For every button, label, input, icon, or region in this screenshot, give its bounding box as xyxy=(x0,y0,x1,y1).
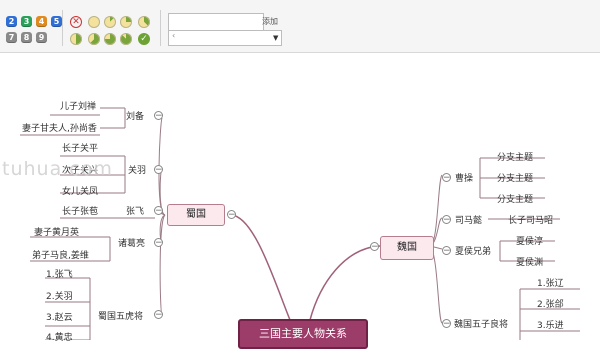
collapse-zhangfei-icon[interactable]: − xyxy=(154,206,163,216)
node-wei[interactable]: 魏国 xyxy=(380,236,434,260)
list-select[interactable]: ‹ xyxy=(168,30,282,46)
watermark: tuhua.com xyxy=(2,158,113,180)
node-zhangfei[interactable]: 张飞 xyxy=(126,204,144,217)
scroll-left-icon[interactable]: ‹ xyxy=(172,31,175,40)
collapse-generals-icon[interactable]: − xyxy=(442,319,451,329)
node-caocao[interactable]: 曹操 xyxy=(455,171,473,184)
pie-7-icon[interactable] xyxy=(120,33,132,45)
priority-2-icon[interactable]: 3 xyxy=(21,16,32,27)
node-zhuge[interactable]: 诸葛亮 xyxy=(118,236,145,249)
node-tiger-1[interactable]: 1.张飞 xyxy=(46,267,73,280)
toolbar-separator xyxy=(62,10,63,46)
pie-6-icon[interactable] xyxy=(104,33,116,45)
collapse-wei-icon[interactable]: − xyxy=(370,242,379,252)
node-general-3[interactable]: 3.乐进 xyxy=(537,318,564,331)
collapse-zhuge-icon[interactable]: − xyxy=(154,238,163,248)
node-guanyu-daughter[interactable]: 女儿关凤 xyxy=(62,184,98,197)
node-caocao-sub-2[interactable]: 分支主题 xyxy=(497,171,533,184)
node-zhuge-wife[interactable]: 妻子黄月英 xyxy=(34,225,79,238)
node-tigers[interactable]: 蜀国五虎将 xyxy=(98,309,143,322)
node-caocao-sub-1[interactable]: 分支主题 xyxy=(497,150,533,163)
toolbar: 2 3 4 5 7 8 9 ✕ ✓ 添加 ‹ ▼ xyxy=(0,0,600,53)
pie-4-icon[interactable] xyxy=(70,33,82,45)
node-shu[interactable]: 蜀国 xyxy=(167,204,225,226)
node-tiger-4[interactable]: 4.黄忠 xyxy=(46,330,73,343)
pie-2-icon[interactable] xyxy=(120,16,132,28)
node-liubei-wives[interactable]: 妻子甘夫人,孙尚香 xyxy=(22,121,97,134)
node-xiahou-dun[interactable]: 夏侯淳 xyxy=(516,234,543,247)
collapse-tigers-icon[interactable]: − xyxy=(154,310,163,320)
node-guanyu[interactable]: 关羽 xyxy=(128,163,146,176)
node-general-2[interactable]: 2.张郃 xyxy=(537,297,564,310)
cancel-icon[interactable]: ✕ xyxy=(70,16,82,28)
node-liubei-son[interactable]: 儿子刘禅 xyxy=(60,99,96,112)
collapse-shu-icon[interactable]: − xyxy=(227,210,236,220)
priority-4-icon[interactable]: 5 xyxy=(51,16,62,27)
node-zhangfei-son[interactable]: 长子张苞 xyxy=(62,204,98,217)
node-tiger-2[interactable]: 2.关羽 xyxy=(46,289,73,302)
node-simayi[interactable]: 司马懿 xyxy=(455,213,482,226)
collapse-caocao-icon[interactable]: − xyxy=(442,173,451,183)
priority-3-icon[interactable]: 4 xyxy=(36,16,47,27)
node-guanyu-son1[interactable]: 长子关平 xyxy=(62,141,98,154)
node-general-1[interactable]: 1.张辽 xyxy=(537,276,564,289)
collapse-xiahou-icon[interactable]: − xyxy=(442,246,451,256)
pie-0-icon[interactable] xyxy=(88,16,100,28)
node-caocao-sub-3[interactable]: 分支主题 xyxy=(497,192,533,205)
done-icon[interactable]: ✓ xyxy=(138,33,150,45)
node-generals[interactable]: 魏国五子良将 xyxy=(454,317,508,330)
node-simayi-son[interactable]: 长子司马昭 xyxy=(508,213,553,226)
node-xiahou-yuan[interactable]: 夏侯渊 xyxy=(516,255,543,268)
collapse-simayi-icon[interactable]: − xyxy=(442,215,451,225)
priority-7-icon[interactable]: 9 xyxy=(36,32,47,43)
pie-1-icon[interactable] xyxy=(104,16,116,28)
pie-3-icon[interactable] xyxy=(138,16,150,28)
node-xiahou[interactable]: 夏侯兄弟 xyxy=(455,244,491,257)
collapse-liubei-icon[interactable]: − xyxy=(154,111,163,121)
priority-5-icon[interactable]: 7 xyxy=(6,32,17,43)
pie-5-icon[interactable] xyxy=(88,33,100,45)
priority-1-icon[interactable]: 2 xyxy=(6,16,17,27)
node-center[interactable]: 三国主要人物关系 xyxy=(238,319,368,349)
node-liubei[interactable]: 刘备 xyxy=(126,109,144,122)
dropdown-arrow-icon[interactable]: ▼ xyxy=(273,34,278,42)
priority-6-icon[interactable]: 8 xyxy=(21,32,32,43)
toolbar-separator-2 xyxy=(160,10,161,46)
add-button[interactable]: 添加 xyxy=(262,16,278,27)
node-tiger-3[interactable]: 3.赵云 xyxy=(46,310,73,323)
collapse-guanyu-icon[interactable]: − xyxy=(154,165,163,175)
mindmap-canvas: 儿子刘禅 妻子甘夫人,孙尚香 刘备 − 长子关平 次子关兴 女儿关凤 关羽 − … xyxy=(0,53,600,349)
node-zhuge-disciples[interactable]: 弟子马良,姜维 xyxy=(32,248,89,261)
